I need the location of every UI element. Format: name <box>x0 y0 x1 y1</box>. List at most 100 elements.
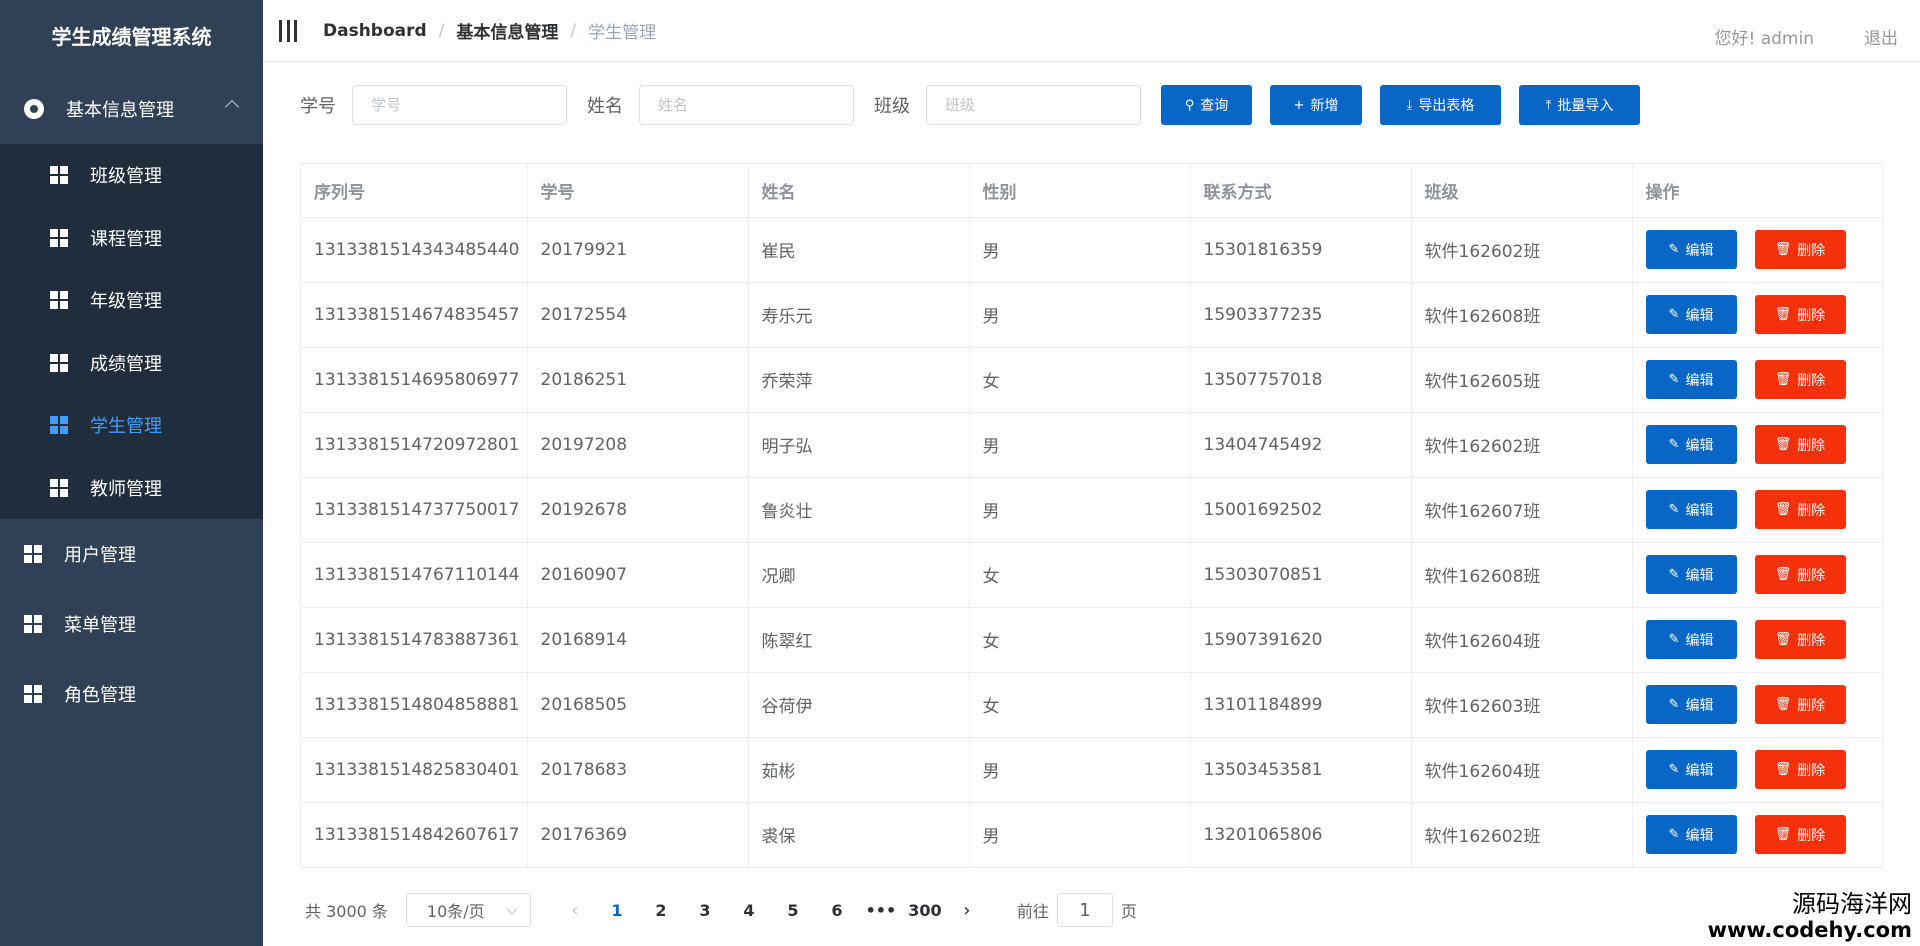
logout-link[interactable]: 退出 <box>1864 24 1898 49</box>
table-cell: 软件162604班 <box>1411 607 1633 673</box>
sidebar-group-basic-info[interactable]: 基本信息管理 <box>0 74 263 144</box>
student-table: 序列号 学号 姓名 性别 联系方式 班级 操作 1313381514343485… <box>300 163 1884 868</box>
edit-button[interactable]: ✎ 编辑 <box>1645 620 1737 659</box>
page-size-select[interactable]: 10条/页 <box>405 893 531 927</box>
sidebar-item-class[interactable]: 班级管理 <box>0 144 263 207</box>
table-cell: 男 <box>969 282 1191 348</box>
table-cell: 20168505 <box>527 672 749 738</box>
delete-button[interactable]: 🗑 删除 <box>1754 620 1846 659</box>
table-cell: 20168914 <box>527 607 749 673</box>
name-input[interactable] <box>639 85 854 125</box>
table-cell: 1313381514767110144 <box>301 542 528 608</box>
hamburger-icon[interactable] <box>279 19 297 42</box>
actions-cell: ✎ 编辑 🗑 删除 <box>1632 672 1884 738</box>
export-button-label: 导出表格 <box>1418 98 1475 114</box>
upload-icon: ⤒ <box>1545 97 1552 113</box>
page-number[interactable]: 1 <box>595 901 639 920</box>
table-cell: 15303070851 <box>1190 542 1412 608</box>
edit-button[interactable]: ✎ 编辑 <box>1645 490 1737 529</box>
search-button[interactable]: ⚲ 查询 <box>1161 85 1252 125</box>
table-cell: 软件162607班 <box>1411 477 1633 543</box>
sidebar-item-grade[interactable]: 年级管理 <box>0 269 263 332</box>
table-cell: 陈翠红 <box>748 607 970 673</box>
page-number[interactable]: 6 <box>815 901 859 920</box>
student-no-input[interactable] <box>352 85 567 125</box>
sidebar-item-student[interactable]: 学生管理 <box>0 394 263 457</box>
goto-page-input[interactable] <box>1056 893 1113 927</box>
page-number[interactable]: 300 <box>903 901 947 920</box>
next-page-button[interactable]: › <box>947 900 987 921</box>
page-number[interactable]: ••• <box>859 901 903 920</box>
delete-button-label: 删除 <box>1797 502 1826 519</box>
export-button[interactable]: ⤓ 导出表格 <box>1380 85 1501 125</box>
table-cell: 13404745492 <box>1190 412 1412 478</box>
page-number[interactable]: 3 <box>683 901 727 920</box>
class-input[interactable] <box>926 85 1141 125</box>
page-number[interactable]: 2 <box>639 901 683 920</box>
edit-button[interactable]: ✎ 编辑 <box>1645 230 1737 269</box>
actions-cell: ✎ 编辑 🗑 删除 <box>1632 542 1884 608</box>
delete-button-label: 删除 <box>1797 307 1826 324</box>
sidebar-item-menu[interactable]: 菜单管理 <box>0 589 263 659</box>
delete-button[interactable]: 🗑 删除 <box>1754 425 1846 464</box>
breadcrumb-separator: / <box>438 20 445 41</box>
plus-icon: + <box>1293 97 1305 113</box>
sidebar-item-label: 角色管理 <box>64 685 136 706</box>
delete-button[interactable]: 🗑 删除 <box>1754 685 1846 724</box>
table-cell: 女 <box>969 607 1191 673</box>
edit-button[interactable]: ✎ 编辑 <box>1645 360 1737 399</box>
delete-button[interactable]: 🗑 删除 <box>1754 490 1846 529</box>
delete-button[interactable]: 🗑 删除 <box>1754 360 1846 399</box>
edit-button-label: 编辑 <box>1685 307 1714 324</box>
edit-button[interactable]: ✎ 编辑 <box>1645 555 1737 594</box>
actions-cell: ✎ 编辑 🗑 删除 <box>1632 347 1884 413</box>
sidebar: 学生成绩管理系统 基本信息管理 班级管理 课程管理 年级管理 成绩管理 学生管理… <box>0 0 263 946</box>
breadcrumb-basic-info[interactable]: 基本信息管理 <box>456 18 558 43</box>
prev-page-button[interactable]: ‹ <box>555 900 595 921</box>
sidebar-item-label: 班级管理 <box>90 166 162 188</box>
table-cell: 1313381514804858881 <box>301 672 528 738</box>
edit-icon: ✎ <box>1668 242 1680 257</box>
import-button[interactable]: ⤒ 批量导入 <box>1519 85 1640 125</box>
delete-button[interactable]: 🗑 删除 <box>1754 230 1846 269</box>
table-cell: 20192678 <box>527 477 749 543</box>
watermark: 源码海洋网 www.codehy.com <box>1708 890 1912 942</box>
delete-button-label: 删除 <box>1797 632 1826 649</box>
table-cell: 1313381514343485440 <box>301 217 528 283</box>
delete-button[interactable]: 🗑 删除 <box>1754 295 1846 334</box>
user-greeting: 您好! admin <box>1714 28 1815 49</box>
sidebar-menu: 基本信息管理 班级管理 课程管理 年级管理 成绩管理 学生管理 教师管理 用户管… <box>0 74 263 729</box>
edit-icon: ✎ <box>1668 697 1680 712</box>
column-header: 联系方式 <box>1190 164 1412 218</box>
breadcrumb-dashboard[interactable]: Dashboard <box>323 21 427 41</box>
delete-button[interactable]: 🗑 删除 <box>1754 815 1846 855</box>
sidebar-item-user[interactable]: 用户管理 <box>0 519 263 589</box>
sidebar-item-course[interactable]: 课程管理 <box>0 207 263 270</box>
edit-button[interactable]: ✎ 编辑 <box>1645 750 1737 789</box>
table-cell: 男 <box>969 477 1191 543</box>
table-cell: 软件162604班 <box>1411 737 1633 803</box>
sidebar-item-role[interactable]: 角色管理 <box>0 659 263 729</box>
page-number[interactable]: 5 <box>771 901 815 920</box>
edit-button[interactable]: ✎ 编辑 <box>1645 685 1737 724</box>
trash-icon: 🗑 <box>1774 242 1792 257</box>
table-cell: 女 <box>969 542 1191 608</box>
grid-icon <box>50 353 68 372</box>
table-cell: 女 <box>969 672 1191 738</box>
sidebar-item-label: 成绩管理 <box>90 353 162 375</box>
edit-button[interactable]: ✎ 编辑 <box>1645 295 1737 334</box>
delete-button[interactable]: 🗑 删除 <box>1754 555 1846 594</box>
edit-button-label: 编辑 <box>1685 242 1714 259</box>
add-button[interactable]: + 新增 <box>1270 85 1362 125</box>
table-row: 1313381514825830401 20178683 茹彬男 1350345358… <box>301 737 1884 803</box>
sidebar-item-teacher[interactable]: 教师管理 <box>0 457 263 520</box>
table-cell: 软件162603班 <box>1411 672 1633 738</box>
edit-button[interactable]: ✎ 编辑 <box>1645 425 1737 464</box>
table-cell: 13101184899 <box>1190 672 1412 738</box>
page-number[interactable]: 4 <box>727 901 771 920</box>
delete-button[interactable]: 🗑 删除 <box>1754 750 1846 789</box>
edit-button[interactable]: ✎ 编辑 <box>1645 815 1737 855</box>
sidebar-item-score[interactable]: 成绩管理 <box>0 332 263 395</box>
table-cell: 软件162602班 <box>1411 412 1633 478</box>
settings-icon <box>24 99 44 119</box>
